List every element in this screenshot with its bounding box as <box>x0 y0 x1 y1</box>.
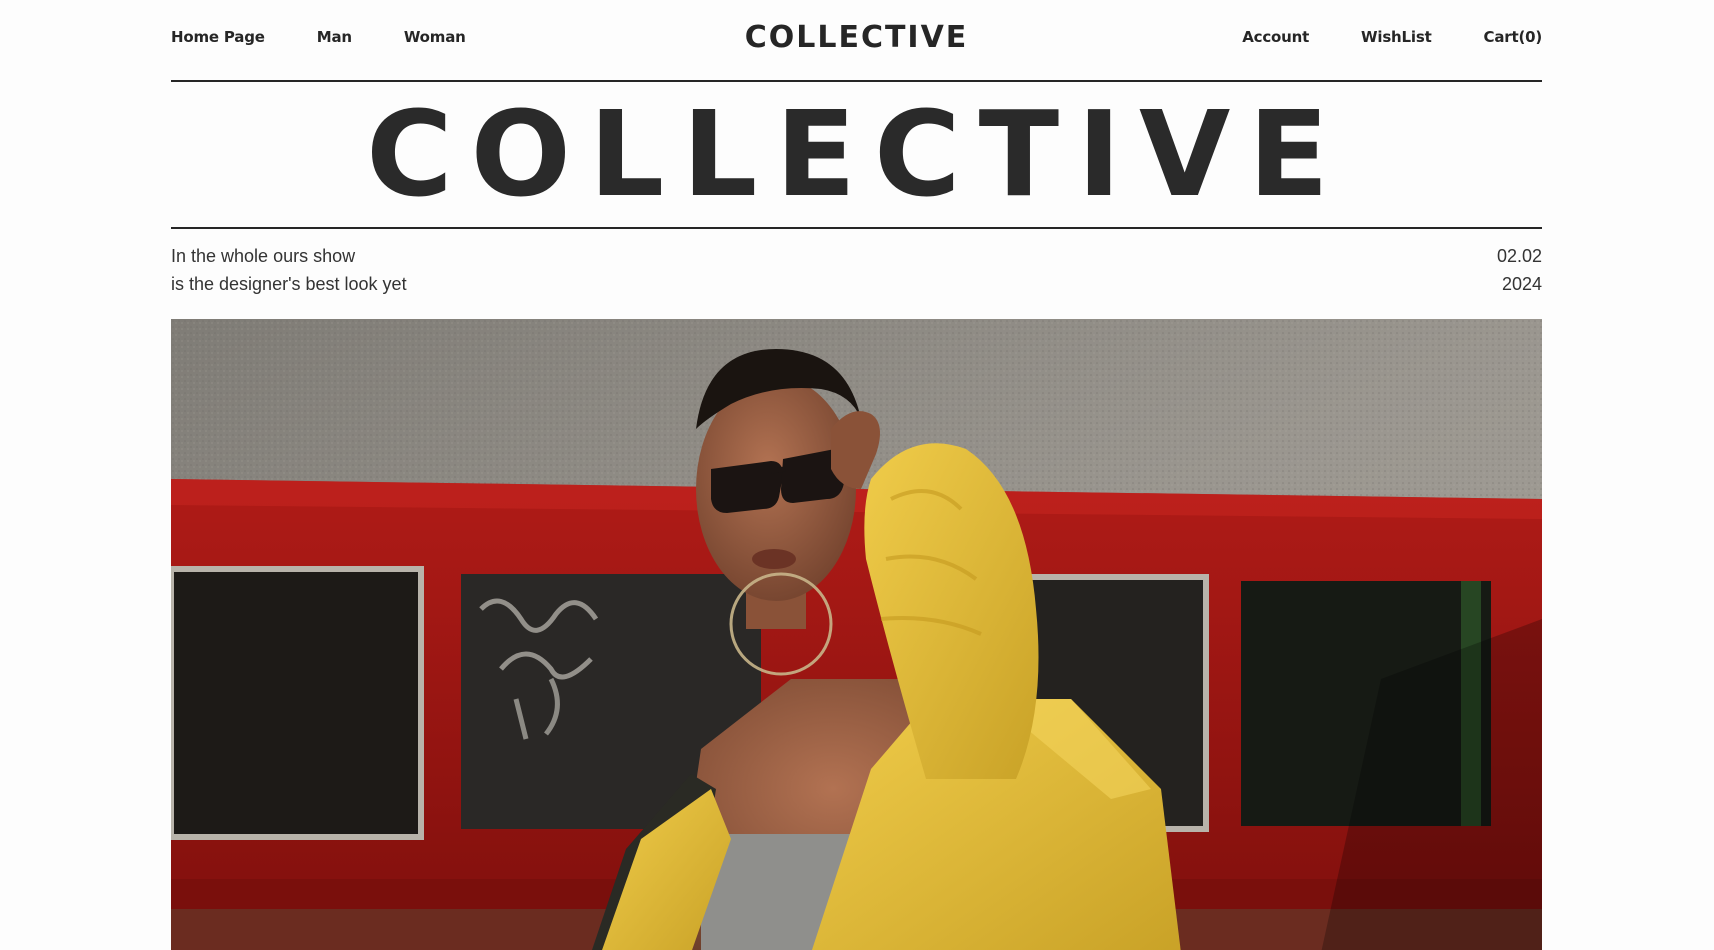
top-navigation: Home Page Man Woman COLLECTIVE Account W… <box>171 0 1542 82</box>
nav-cart[interactable]: Cart(0) <box>1484 28 1543 46</box>
fashion-photo-icon <box>171 319 1542 950</box>
nav-man[interactable]: Man <box>317 28 352 46</box>
date-day-month: 02.02 <box>1496 246 1542 266</box>
page-container: Home Page Man Woman COLLECTIVE Account W… <box>171 0 1542 950</box>
nav-account[interactable]: Account <box>1242 28 1309 46</box>
hero-date: 02.02 2024 <box>1497 242 1542 298</box>
hero-title: COLLECTIVE <box>366 85 1347 223</box>
date-year: 2024 <box>1501 274 1542 294</box>
primary-nav: Home Page Man Woman <box>171 28 466 46</box>
nav-wishlist[interactable]: WishList <box>1361 28 1432 46</box>
brand-logo[interactable]: COLLECTIVE <box>745 20 969 55</box>
hero-tagline: In the whole ours show is the designer's… <box>171 242 407 298</box>
nav-woman[interactable]: Woman <box>404 28 466 46</box>
nav-home-page[interactable]: Home Page <box>171 28 265 46</box>
tagline-line-1: In the whole ours show <box>171 246 356 266</box>
hero-photo <box>171 319 1542 950</box>
tagline-line-2: is the designer's best look yet <box>171 274 407 294</box>
hero-title-section: COLLECTIVE <box>171 82 1542 229</box>
hero-subline: In the whole ours show is the designer's… <box>171 229 1542 319</box>
account-nav: Account WishList Cart(0) <box>1242 28 1542 46</box>
